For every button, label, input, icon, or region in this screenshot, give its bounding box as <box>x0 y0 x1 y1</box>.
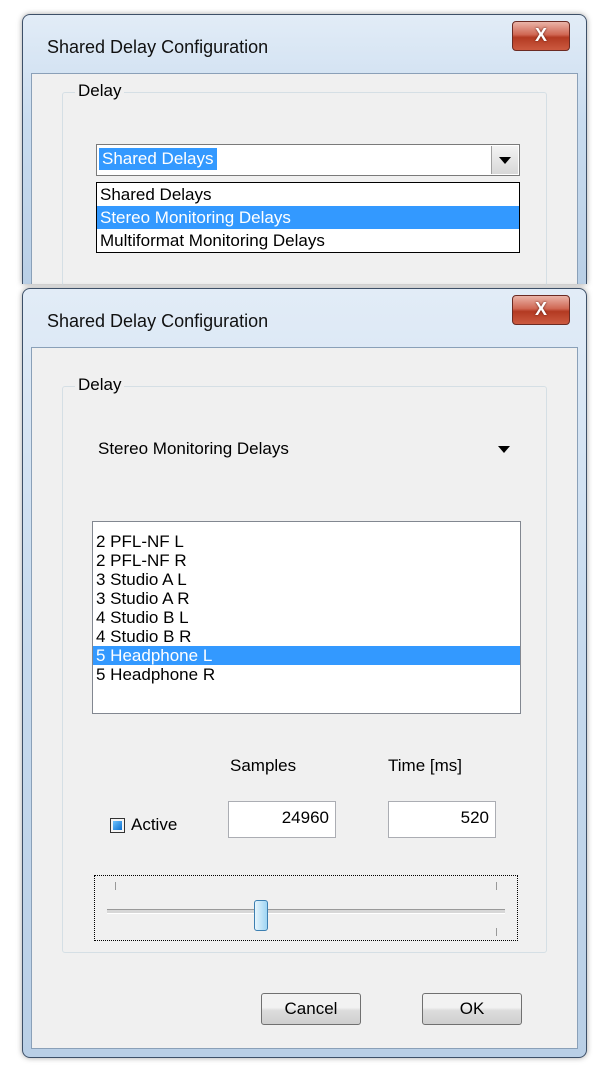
delay-type-dropdown-list: Shared Delays Stereo Monitoring Delays Mul… <box>96 182 520 253</box>
dialog-window-bottom: Shared Delay Configuration X Delay Stere… <box>22 288 587 1058</box>
delay-type-combo[interactable]: Stereo Monitoring Delays <box>94 433 518 465</box>
time-input[interactable]: 520 <box>388 801 496 838</box>
close-button[interactable]: X <box>512 295 570 325</box>
list-item[interactable]: 5 Headphone L <box>93 646 520 665</box>
combo-dropdown-button[interactable] <box>491 146 518 174</box>
delay-type-combo[interactable]: Shared Delays <box>96 144 520 176</box>
list-item[interactable]: 5 Headphone R <box>93 665 520 684</box>
dropdown-option[interactable]: Shared Delays <box>97 183 519 206</box>
delay-channel-list[interactable]: 2 PFL-NF L2 PFL-NF R3 Studio A L3 Studio… <box>92 521 521 714</box>
delay-group-label: Delay <box>75 81 125 101</box>
close-icon: X <box>534 25 547 45</box>
dialog-window-top: Shared Delay Configuration X Delay Share… <box>22 14 587 286</box>
slider-tick-end-bottom <box>496 928 497 936</box>
list-item[interactable]: 2 PFL-NF L <box>93 532 520 551</box>
dialog-title: Shared Delay Configuration <box>47 37 269 57</box>
active-checkbox[interactable] <box>110 818 125 833</box>
list-item[interactable]: 4 Studio B L <box>93 608 520 627</box>
title-bar[interactable]: Shared Delay Configuration X <box>23 289 586 349</box>
slider-tick-end <box>496 882 497 890</box>
list-item[interactable]: 4 Studio B R <box>93 627 520 646</box>
chevron-down-icon <box>499 156 511 164</box>
close-button[interactable]: X <box>512 21 570 51</box>
active-label: Active <box>131 815 178 834</box>
slider-thumb[interactable] <box>253 900 268 931</box>
cancel-button[interactable]: Cancel <box>261 993 361 1025</box>
delay-slider[interactable] <box>94 875 518 941</box>
time-label: Time [ms] <box>388 756 462 775</box>
title-bar[interactable]: Shared Delay Configuration X <box>23 15 586 75</box>
list-item[interactable]: 3 Studio A L <box>93 570 520 589</box>
samples-input[interactable]: 24960 <box>228 801 336 838</box>
ok-button[interactable]: OK <box>422 993 522 1025</box>
chevron-down-icon[interactable] <box>498 446 510 453</box>
combo-selected-value: Shared Delays <box>98 147 218 171</box>
samples-label: Samples <box>230 756 297 775</box>
dropdown-option[interactable]: Stereo Monitoring Delays <box>97 206 519 229</box>
dropdown-option[interactable]: Multiformat Monitoring Delays <box>97 229 519 252</box>
slider-track <box>107 909 505 914</box>
close-icon: X <box>534 299 547 319</box>
list-item[interactable]: 2 PFL-NF R <box>93 551 520 570</box>
dialog-client-area: Delay Stereo Monitoring Delays 2 PFL-NF … <box>31 347 578 1049</box>
dialog-client-area: Delay Shared Delays Shared Delays Stereo … <box>31 73 578 286</box>
slider-tick-start <box>115 882 116 890</box>
combo-selected-value: Stereo Monitoring Delays <box>98 439 289 458</box>
dialog-title: Shared Delay Configuration <box>47 311 269 331</box>
list-item[interactable]: 3 Studio A R <box>93 589 520 608</box>
delay-group-label: Delay <box>75 375 125 395</box>
